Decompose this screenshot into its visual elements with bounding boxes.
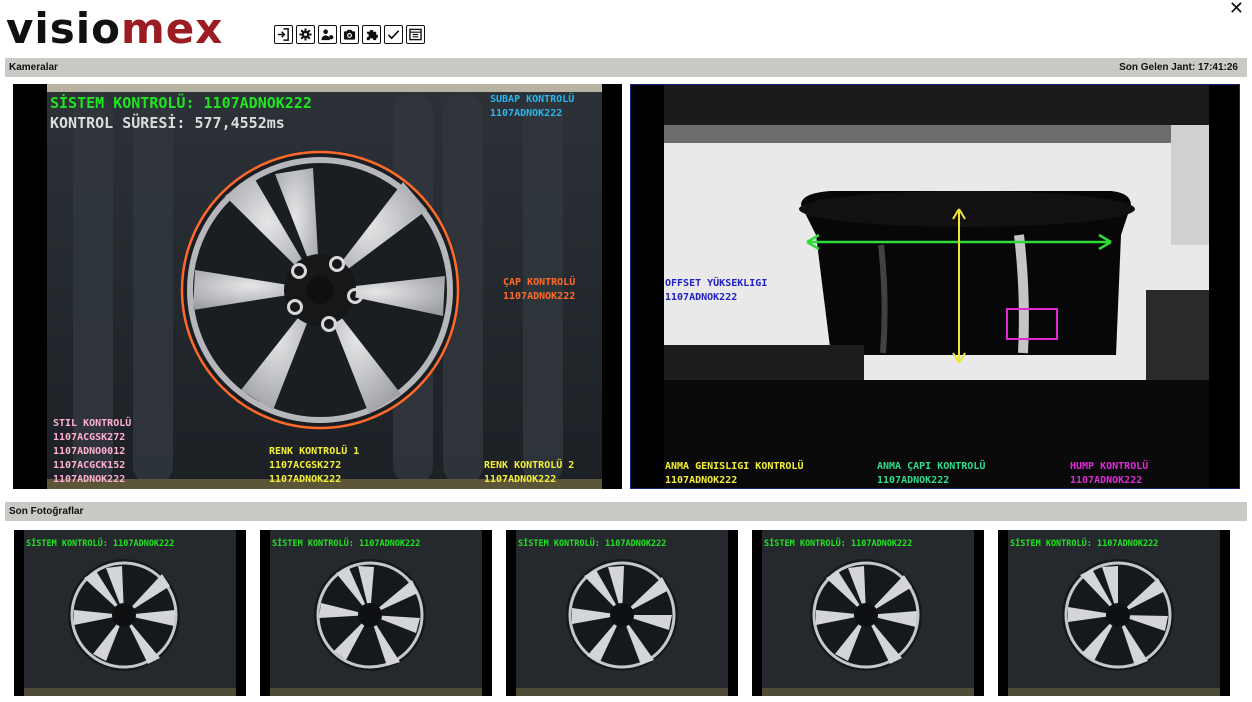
check-duration: KONTROL SÜRESİ: 577,4552ms (50, 114, 285, 132)
thumbnail-4[interactable]: SİSTEM KONTROLÜ: 1107ADNOK222 (752, 530, 984, 696)
color-check-2: RENK KONTROLÜ 2 1107ADNOK222 (484, 460, 575, 485)
thumbnail-caption: SİSTEM KONTROLÜ: 1107ADNOK222 (764, 539, 913, 549)
check-icon (387, 30, 400, 40)
subap-check: SUBAP KONTROLÜ 1107ADNOK222 (490, 94, 575, 119)
logo-text-part1: visio (6, 4, 122, 53)
cameras-section-header: Kameralar Son Gelen Jant: 17:41:26 (5, 58, 1247, 77)
window-button[interactable] (406, 25, 425, 44)
offset-height-check: OFFSET YÜKSEKLIGI 1107ADNOK222 (665, 278, 768, 303)
hump-check: HUMP KONTROLÜ 1107ADNOK222 (1070, 461, 1149, 486)
users-button[interactable] (318, 25, 337, 44)
thumbnail-5[interactable]: SİSTEM KONTROLÜ: 1107ADNOK222 (998, 530, 1230, 696)
thumbnail-image (1008, 530, 1220, 696)
top-bar: visiomex ✕ (0, 0, 1252, 58)
close-button[interactable]: ✕ (1229, 0, 1244, 18)
camera-button[interactable] (340, 25, 359, 44)
window-icon (409, 28, 422, 41)
settings-button[interactable] (296, 25, 315, 44)
thumbnail-caption: SİSTEM KONTROLÜ: 1107ADNOK222 (518, 539, 667, 549)
system-check-title: SİSTEM KONTROLÜ: 1107ADNOK222 (50, 94, 312, 112)
thumbnail-3[interactable]: SİSTEM KONTROLÜ: 1107ADNOK222 (506, 530, 738, 696)
puzzle-icon (366, 29, 378, 41)
plugins-button[interactable] (362, 25, 381, 44)
thumbnail-2[interactable]: SİSTEM KONTROLÜ: 1107ADNOK222 (260, 530, 492, 696)
photos-section-header: Son Fotoğraflar (5, 502, 1247, 521)
camera-1-view[interactable]: SİSTEM KONTROLÜ: 1107ADNOK222 KONTROL SÜ… (13, 84, 622, 489)
style-check: STIL KONTROLÜ 1107ACGSK272 1107ADNO0012 110… (53, 418, 132, 485)
thumbnail-caption: SİSTEM KONTROLÜ: 1107ADNOK222 (1010, 539, 1159, 549)
thumbnail-image (516, 530, 728, 696)
thumbnail-1[interactable]: SİSTEM KONTROLÜ: 1107ADNOK222 (14, 530, 246, 696)
login-icon (277, 28, 289, 41)
color-check-1: RENK KONTROLÜ 1 1107ACGSK272 1107ADNOK222 (269, 446, 360, 485)
approve-button[interactable] (384, 25, 403, 44)
users-icon (321, 29, 334, 41)
diameter-check: ÇAP KONTROLÜ 1107ADNOK222 (503, 277, 576, 302)
thumbnail-caption: SİSTEM KONTROLÜ: 1107ADNOK222 (272, 539, 421, 549)
nominal-diameter-check: ANMA ÇAPI KONTROLÜ 1107ADNOK222 (877, 461, 986, 486)
thumbnail-caption: SİSTEM KONTROLÜ: 1107ADNOK222 (26, 539, 175, 549)
thumbnail-image (24, 530, 236, 696)
last-wheel-time: Son Gelen Jant: 17:41:26 (1119, 62, 1238, 73)
cameras-section-title: Kameralar (9, 62, 58, 73)
thumbnail-image (762, 530, 974, 696)
camera-2-view[interactable]: OFFSET YÜKSEKLIGI 1107ADNOK222 ANMA GENIS… (630, 84, 1240, 489)
camera-icon (343, 29, 356, 40)
toolbar (274, 25, 425, 44)
nominal-width-check: ANMA GENISLIGI KONTROLÜ 1107ADNOK222 (665, 461, 804, 486)
logo-text-part2: mex (121, 4, 224, 53)
login-button[interactable] (274, 25, 293, 44)
thumbnail-image (270, 530, 482, 696)
gear-icon (299, 28, 312, 41)
visiomex-logo: visiomex (6, 8, 223, 50)
photos-section-title: Son Fotoğraflar (9, 506, 84, 517)
